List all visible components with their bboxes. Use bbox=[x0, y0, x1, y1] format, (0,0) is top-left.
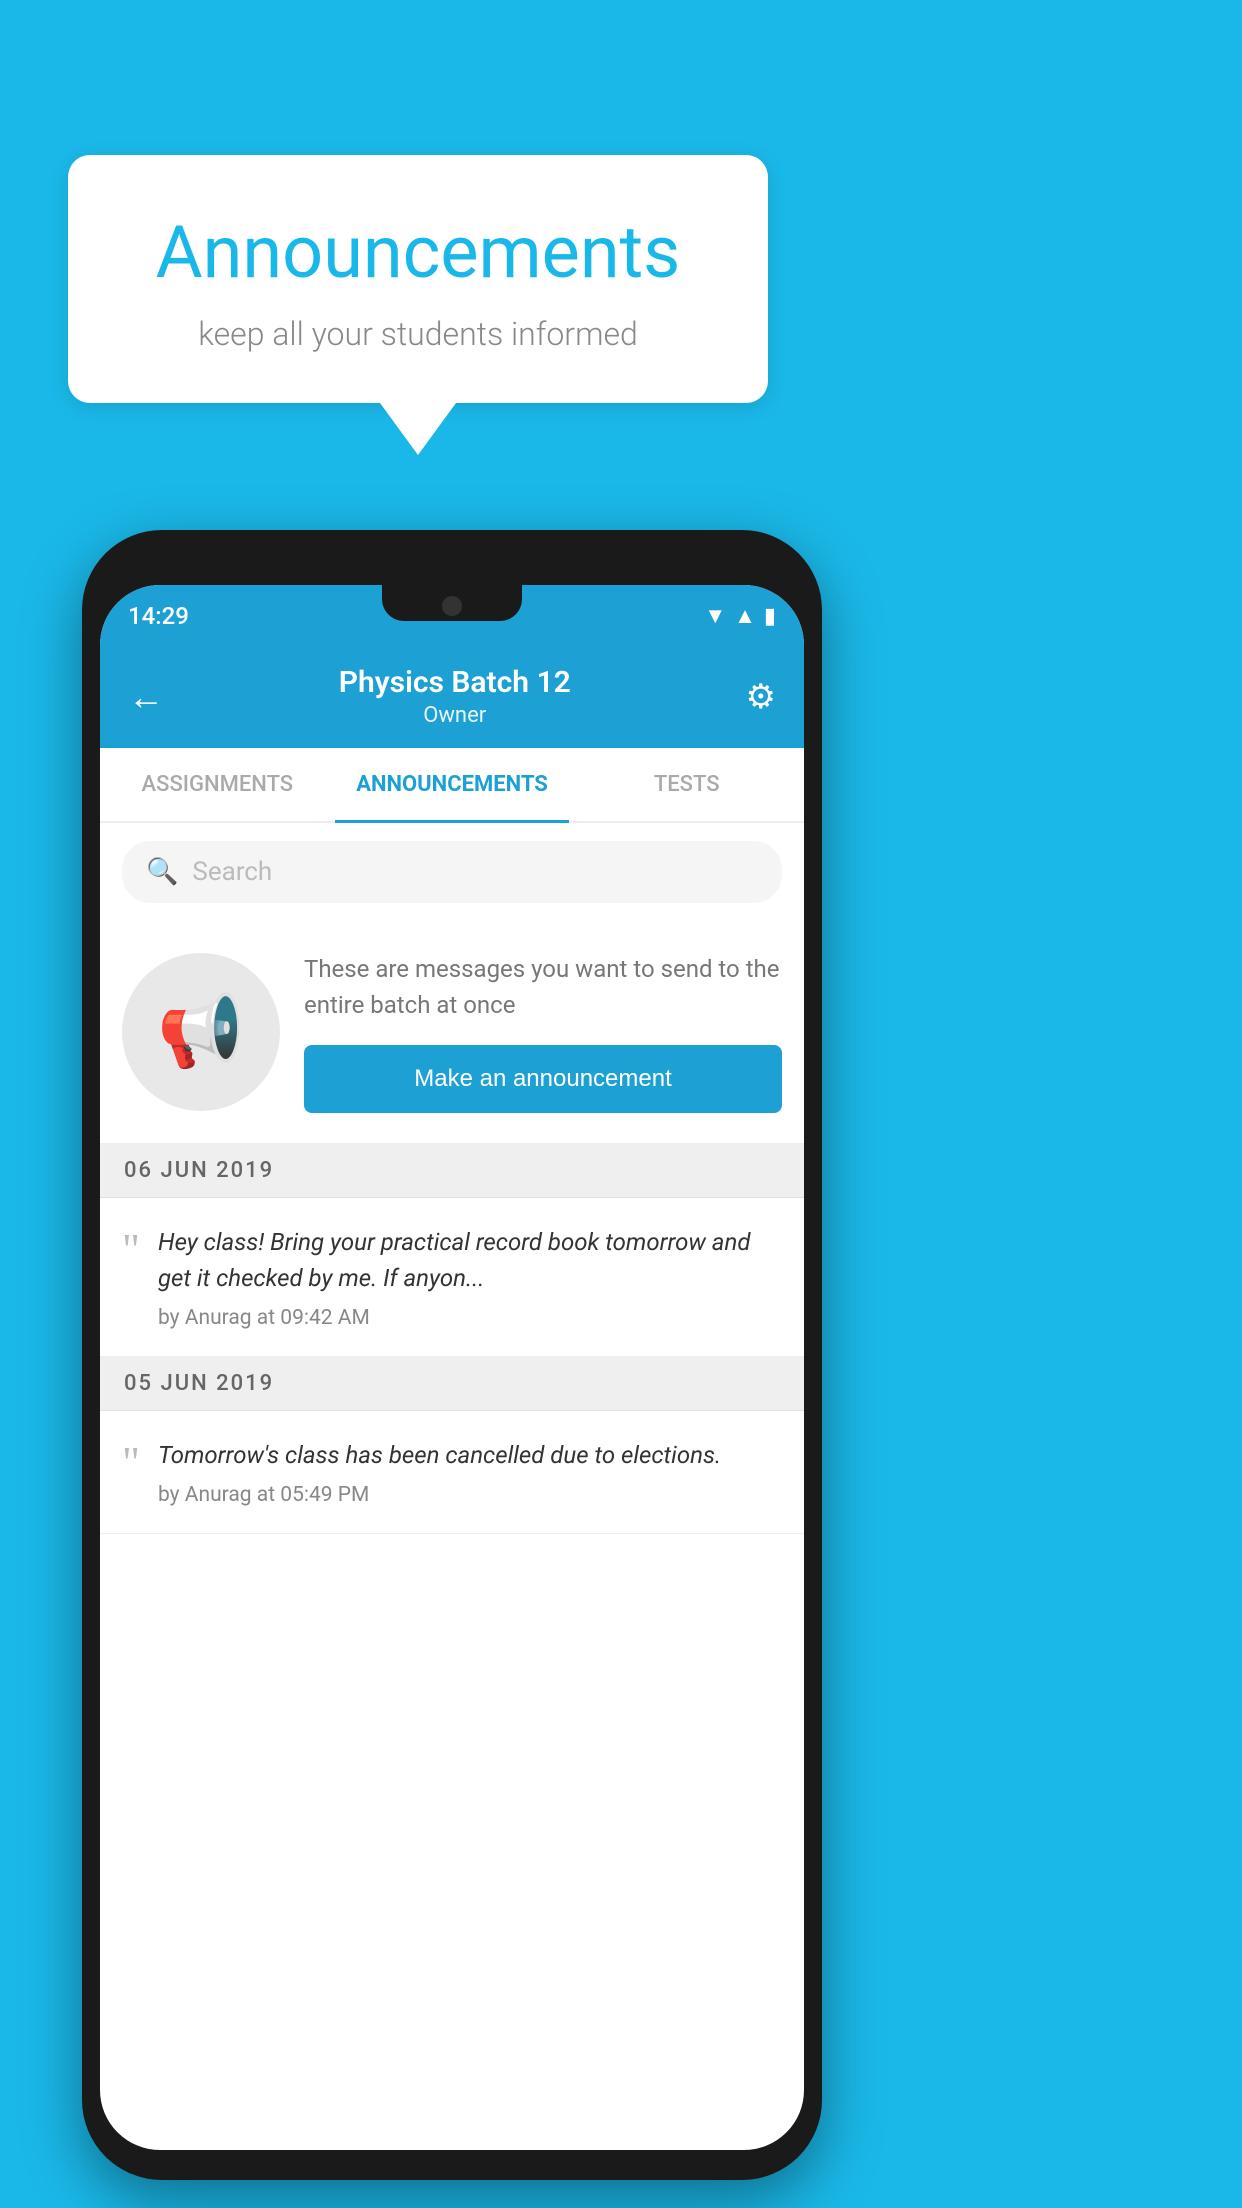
speech-bubble: Announcements keep all your students inf… bbox=[68, 155, 768, 403]
header-title-group: Physics Batch 12 Owner bbox=[339, 665, 571, 728]
app-header: ← Physics Batch 12 Owner ⚙ bbox=[100, 647, 804, 748]
quote-icon-2: " bbox=[122, 1441, 140, 1507]
announcement-text-2: Tomorrow's class has been cancelled due … bbox=[158, 1437, 782, 1473]
date-separator-2: 05 JUN 2019 bbox=[100, 1357, 804, 1411]
search-icon: 🔍 bbox=[146, 857, 178, 887]
tab-tests[interactable]: TESTS bbox=[569, 748, 804, 821]
announcement-content-1: Hey class! Bring your practical record b… bbox=[158, 1224, 782, 1330]
announcement-item-2[interactable]: " Tomorrow's class has been cancelled du… bbox=[100, 1411, 804, 1534]
front-camera bbox=[442, 596, 462, 616]
phone-frame: 14:29 ▼ ▲ ▮ ← Physics Batch 12 Owner ⚙ A… bbox=[82, 530, 822, 2180]
make-announcement-button[interactable]: Make an announcement bbox=[304, 1045, 782, 1113]
speech-bubble-container: Announcements keep all your students inf… bbox=[68, 155, 768, 455]
page-subtitle: keep all your students informed bbox=[128, 315, 708, 353]
back-button[interactable]: ← bbox=[128, 676, 164, 718]
date-separator-1: 06 JUN 2019 bbox=[100, 1144, 804, 1198]
announcement-item-1[interactable]: " Hey class! Bring your practical record… bbox=[100, 1198, 804, 1357]
prompt-right: These are messages you want to send to t… bbox=[304, 951, 782, 1113]
status-icons: ▼ ▲ ▮ bbox=[704, 603, 776, 629]
search-placeholder: Search bbox=[192, 857, 272, 887]
megaphone-circle: 📢 bbox=[122, 953, 280, 1111]
tab-announcements[interactable]: ANNOUNCEMENTS bbox=[335, 748, 570, 821]
wifi-icon: ▼ bbox=[704, 603, 726, 629]
speech-bubble-tail bbox=[380, 403, 456, 455]
quote-icon: " bbox=[122, 1228, 140, 1330]
search-container: 🔍 Search bbox=[100, 823, 804, 921]
announcement-meta-1: by Anurag at 09:42 AM bbox=[158, 1306, 782, 1330]
user-role: Owner bbox=[339, 703, 571, 728]
status-time: 14:29 bbox=[128, 602, 189, 630]
tabs-bar: ASSIGNMENTS ANNOUNCEMENTS TESTS bbox=[100, 748, 804, 823]
settings-icon[interactable]: ⚙ bbox=[746, 677, 776, 717]
megaphone-icon: 📢 bbox=[157, 991, 244, 1073]
announcement-prompt: 📢 These are messages you want to send to… bbox=[100, 921, 804, 1144]
page-title: Announcements bbox=[128, 210, 708, 295]
batch-name: Physics Batch 12 bbox=[339, 665, 571, 700]
announcement-text-1: Hey class! Bring your practical record b… bbox=[158, 1224, 782, 1296]
tab-assignments[interactable]: ASSIGNMENTS bbox=[100, 748, 335, 821]
announcement-meta-2: by Anurag at 05:49 PM bbox=[158, 1483, 782, 1507]
phone-screen: 14:29 ▼ ▲ ▮ ← Physics Batch 12 Owner ⚙ A… bbox=[100, 585, 804, 2150]
battery-icon: ▮ bbox=[764, 604, 776, 629]
prompt-description: These are messages you want to send to t… bbox=[304, 951, 782, 1023]
signal-icon: ▲ bbox=[734, 603, 756, 629]
search-bar[interactable]: 🔍 Search bbox=[122, 841, 782, 903]
announcement-content-2: Tomorrow's class has been cancelled due … bbox=[158, 1437, 782, 1507]
